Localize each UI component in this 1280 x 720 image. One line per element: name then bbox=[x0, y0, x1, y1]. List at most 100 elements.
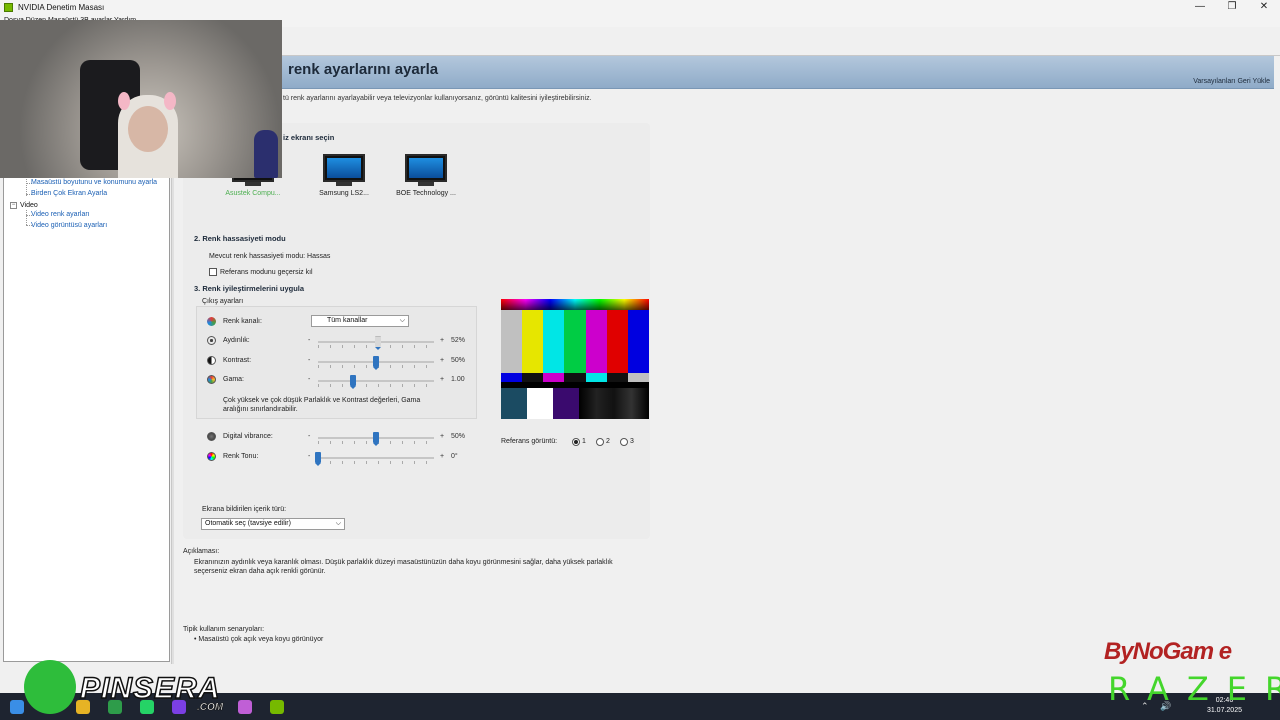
slider-label: Gama: bbox=[223, 376, 245, 383]
color-bar bbox=[543, 310, 565, 373]
watermark-logo-circle bbox=[24, 660, 76, 714]
monitor-icon bbox=[405, 154, 447, 182]
reference-radio-2[interactable] bbox=[596, 438, 604, 446]
intro-text: tü renk ayarlarını ayarlayabilir veya te… bbox=[283, 95, 592, 102]
title-bar: NVIDIA Denetim Masası — ❐ ✕ bbox=[0, 0, 1280, 15]
plus-label: + bbox=[440, 356, 445, 364]
restore-defaults-link[interactable]: Varsayılanları Geri Yükle bbox=[1193, 78, 1270, 85]
slider-label: Digital vibrance: bbox=[223, 433, 273, 440]
color-bar bbox=[606, 310, 628, 373]
tree-connector bbox=[26, 210, 27, 225]
override-label: Referans modunu geçersiz kıl bbox=[220, 269, 313, 276]
plus-label: + bbox=[440, 337, 445, 344]
slider-value: 0° bbox=[451, 452, 458, 460]
color-bar bbox=[585, 310, 607, 373]
color-channel-select[interactable]: Tüm kanallar ⌵ bbox=[311, 315, 409, 327]
slider-thumb[interactable] bbox=[375, 336, 382, 350]
slider-thumb[interactable] bbox=[349, 375, 356, 389]
slider-track[interactable] bbox=[318, 380, 434, 382]
color-bar-small bbox=[543, 373, 565, 382]
reference-radio-1[interactable] bbox=[572, 438, 580, 446]
webcam-overlay bbox=[0, 20, 282, 178]
step1-title: iz ekranı seçin bbox=[283, 133, 335, 142]
reference-image bbox=[501, 299, 649, 419]
scenarios-title: Tipik kullanım senaryoları: bbox=[183, 626, 265, 633]
color-bar-small bbox=[522, 373, 544, 382]
group-label: Çıkış ayarları bbox=[202, 298, 244, 305]
scenario-item: • Masaüstü çok açık veya koyu görünüyor bbox=[194, 636, 324, 643]
reference-radio-3[interactable] bbox=[620, 438, 628, 446]
window-title: NVIDIA Denetim Masası bbox=[18, 3, 105, 12]
slider-thumb[interactable] bbox=[373, 432, 379, 446]
tree-item-video-image[interactable]: Video görüntüsü ayarları bbox=[31, 222, 107, 229]
slider-thumb[interactable] bbox=[315, 451, 321, 466]
bar-navy bbox=[501, 388, 527, 419]
slider-ticks bbox=[318, 384, 434, 387]
display-label: Asustek Compu... bbox=[225, 190, 281, 197]
color-channel-label: Renk kanalı: bbox=[223, 318, 262, 325]
color-bar bbox=[627, 310, 649, 373]
color-bar-small bbox=[585, 373, 607, 382]
sun-icon bbox=[207, 336, 216, 345]
color-bar-small bbox=[501, 373, 523, 382]
nvidia-icon bbox=[4, 3, 13, 12]
plus-label: + bbox=[440, 452, 445, 460]
watermark-razer: RAZER bbox=[1108, 670, 1280, 708]
description-text: Ekranınızın aydınlık veya karanlık olmas… bbox=[194, 559, 613, 575]
slider-label: Kontrast: bbox=[223, 356, 252, 364]
reference-option-2: 2 bbox=[606, 438, 610, 445]
color-channel-icon bbox=[207, 317, 216, 326]
bar-pluge bbox=[579, 388, 649, 419]
app-icon[interactable] bbox=[238, 700, 252, 714]
slider-value: 1.00 bbox=[451, 376, 465, 383]
collapse-icon[interactable]: − bbox=[10, 202, 17, 209]
maximize-button[interactable]: ❐ bbox=[1216, 0, 1248, 15]
start-icon[interactable] bbox=[10, 700, 24, 714]
page-title: renk ayarlarını ayarla bbox=[288, 61, 439, 78]
plus-label: + bbox=[440, 433, 445, 440]
chevron-down-icon: ⌵ bbox=[399, 317, 405, 324]
gamma-icon bbox=[207, 375, 216, 384]
hue-icon bbox=[207, 451, 216, 461]
window-controls: — ❐ ✕ bbox=[1184, 0, 1280, 15]
hue-gradient bbox=[501, 299, 649, 310]
step3-title: 3. Renk iyileştirmelerini uygula bbox=[194, 284, 305, 293]
color-bar bbox=[522, 310, 544, 373]
current-mode-text: Mevcut renk hassasiyeti modu: Hassas bbox=[209, 253, 331, 260]
content-type-select[interactable]: Otomatik seç (tavsiye edilir) ⌵ bbox=[201, 518, 345, 530]
color-bar bbox=[501, 310, 523, 373]
reference-label: Referans görüntü: bbox=[501, 438, 558, 445]
tree-item-video-color[interactable]: Video renk ayarları bbox=[31, 211, 90, 218]
tree-item-multi-display[interactable]: Birden Çok Ekran Ayarla bbox=[31, 190, 107, 197]
override-checkbox[interactable] bbox=[209, 268, 217, 276]
slider-track[interactable] bbox=[318, 456, 434, 459]
cat-ear bbox=[164, 92, 176, 110]
scenario-item-text: Masaüstü çok açık veya koyu görünüyor bbox=[198, 636, 324, 643]
step2-title: 2. Renk hassasiyeti modu bbox=[194, 234, 286, 243]
color-channel-value: Tüm kanallar bbox=[327, 317, 368, 324]
tree-item-desktop-size[interactable]: Masaüstü boyutunu ve konumunu ayarla bbox=[31, 179, 157, 186]
monitor-icon bbox=[323, 154, 365, 182]
tree-category-video[interactable]: Video bbox=[20, 202, 38, 209]
watermark-bynogame: ByNoGam e bbox=[1104, 638, 1232, 665]
nvidia-taskbar-icon[interactable] bbox=[270, 700, 284, 714]
display-boe[interactable]: BOE Technology ... bbox=[391, 154, 461, 197]
minus-label: - bbox=[308, 337, 311, 344]
slider-value: 50% bbox=[451, 356, 466, 364]
minimize-button[interactable]: — bbox=[1184, 0, 1216, 15]
description-title: Açıklaması: bbox=[183, 548, 220, 555]
minus-label: - bbox=[308, 376, 311, 383]
display-samsung[interactable]: Samsung LS2... bbox=[309, 154, 379, 197]
minus-label: - bbox=[308, 433, 311, 440]
slider-value: 52% bbox=[451, 337, 466, 344]
close-button[interactable]: ✕ bbox=[1248, 0, 1280, 15]
watermark-com: .COM bbox=[197, 702, 224, 714]
display-label: Samsung LS2... bbox=[319, 190, 369, 197]
content-type-value: Otomatik seç (tavsiye edilir) bbox=[205, 520, 291, 527]
reference-option-1: 1 bbox=[582, 438, 586, 445]
streamer-head bbox=[128, 106, 168, 152]
tree-connector bbox=[26, 175, 27, 196]
slider-label: Renk Tonu: bbox=[223, 452, 259, 460]
watermark-pinsera: PINSERA bbox=[79, 671, 221, 706]
slider-thumb[interactable] bbox=[373, 355, 379, 370]
